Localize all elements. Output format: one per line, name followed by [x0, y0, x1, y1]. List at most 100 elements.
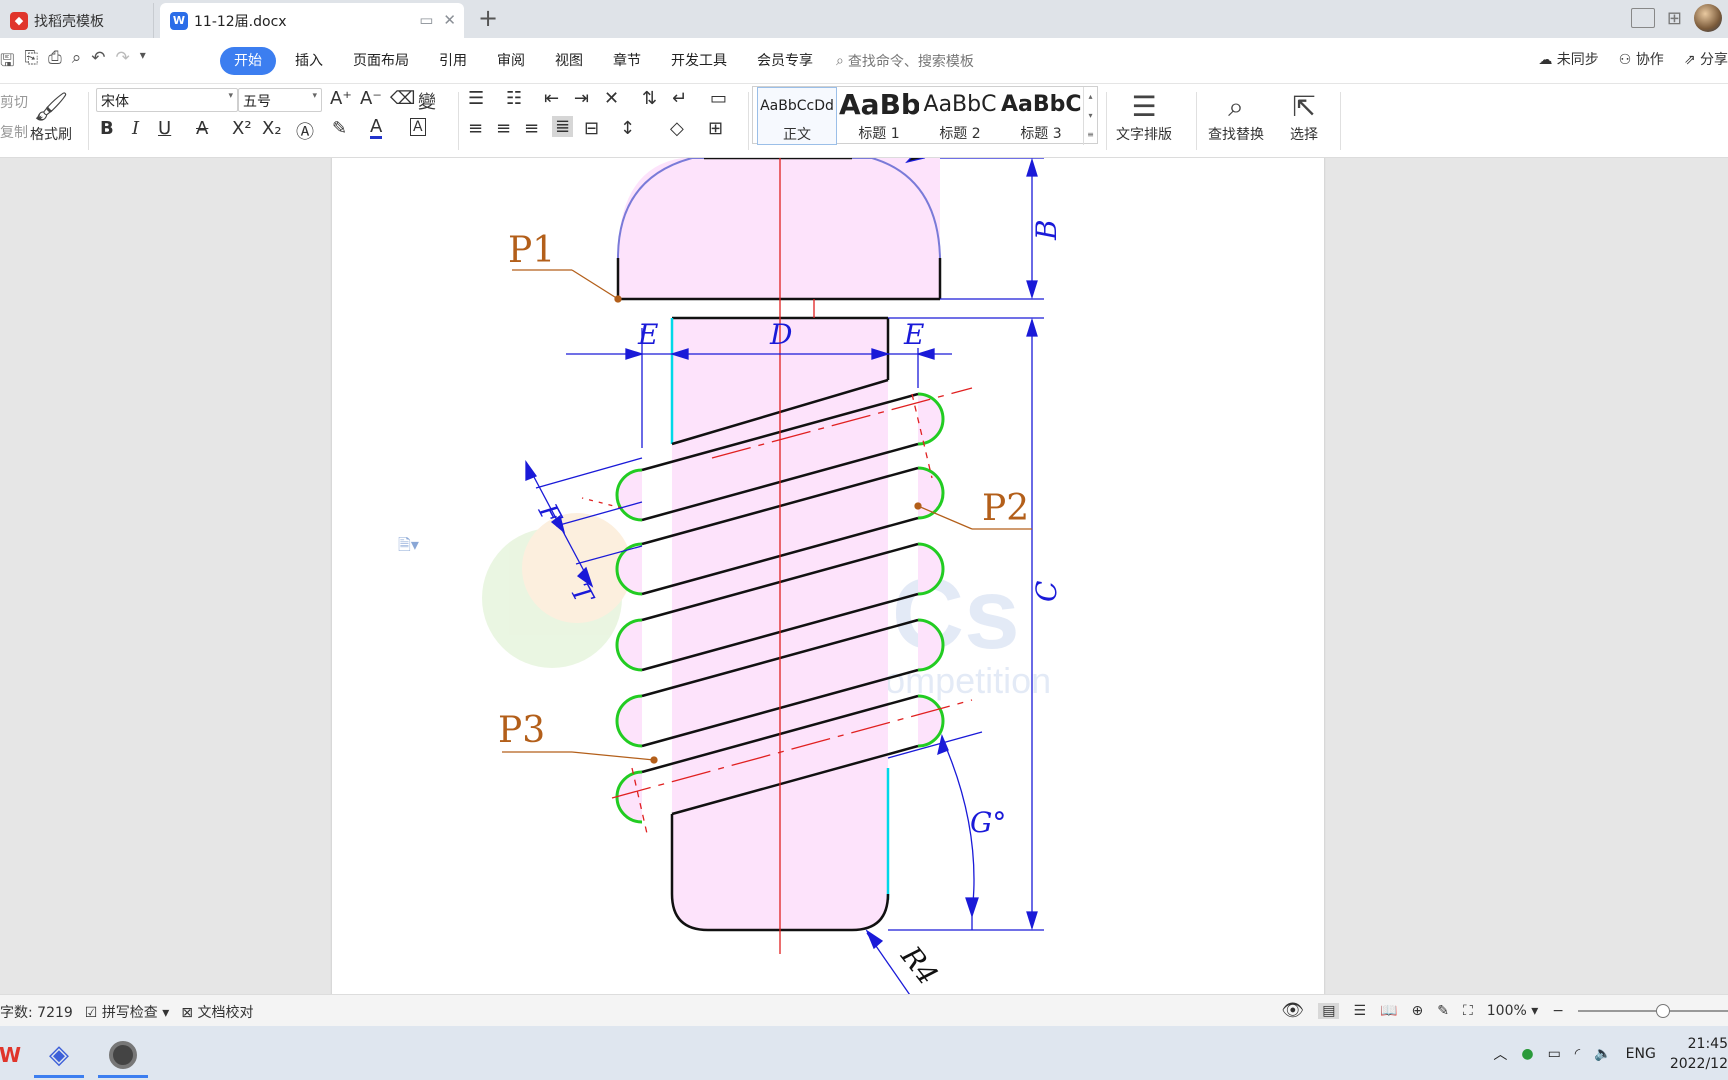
text-layout-button[interactable]: ☰ 文字排版 — [1116, 90, 1172, 144]
save-icon[interactable]: 🖫 — [0, 48, 14, 77]
format-painter-button[interactable]: 🖌 格式刷 — [30, 90, 72, 144]
numbered-list-icon[interactable]: ☷ — [506, 88, 522, 109]
menu-home[interactable]: 开始 — [220, 47, 276, 75]
zoom-slider-thumb[interactable] — [1656, 1003, 1670, 1018]
chevron-up-icon[interactable]: ︿ — [1493, 1044, 1507, 1064]
paragraph-menu-icon[interactable]: 🗎▾ — [398, 534, 419, 561]
tab-document[interactable]: W 11-12届.docx ▭ ✕ — [160, 3, 464, 38]
outline-view-icon[interactable]: ☰ — [1353, 1003, 1366, 1019]
user-avatar[interactable] — [1694, 4, 1722, 32]
document-page[interactable]: CaTiCs CAD digital competition — [332, 158, 1324, 994]
phonetic-icon[interactable]: 變 — [418, 88, 436, 114]
decrease-indent-icon[interactable]: ⇤ — [544, 88, 559, 109]
style-heading-2[interactable]: AaBbC 标题 2 — [919, 87, 1001, 145]
distribute-icon[interactable]: ⊟ — [584, 118, 599, 139]
subscript-icon[interactable]: X₂ — [262, 118, 282, 139]
taskbar-cad[interactable]: ◈ — [34, 1032, 84, 1078]
apps-grid-icon[interactable]: ⊞ — [1667, 8, 1682, 29]
spell-check-button[interactable]: ☑ 拼写检查 ▾ — [85, 1002, 170, 1022]
char-border-icon[interactable]: A — [410, 118, 426, 136]
highlight-icon[interactable]: ✎ — [332, 118, 347, 139]
clear-format-icon[interactable]: ⌫ — [390, 88, 415, 109]
edit-view-icon[interactable]: ✎ — [1437, 1003, 1449, 1019]
menu-chapter[interactable]: 章节 — [598, 47, 656, 75]
customize-icon[interactable]: ▾ — [140, 48, 146, 77]
font-color-icon[interactable]: A — [370, 118, 383, 139]
web-view-icon[interactable]: ⊕ — [1411, 1003, 1423, 1019]
new-tab-button[interactable]: + — [478, 4, 498, 32]
proofread-button[interactable]: ⊠ 文档校对 — [181, 1002, 253, 1022]
page-view-icon[interactable]: ▤ — [1318, 1002, 1340, 1019]
menu-references[interactable]: 引用 — [424, 47, 482, 75]
print-preview-icon[interactable]: ⌕ — [72, 48, 82, 77]
italic-icon[interactable]: I — [132, 118, 139, 139]
align-center-icon[interactable]: ≡ — [496, 118, 511, 139]
cut-button[interactable]: 剪切 — [0, 92, 28, 112]
menu-insert[interactable]: 插入 — [280, 47, 338, 75]
tab-docer-templates[interactable]: ◆ 找稻壳模板 — [0, 3, 154, 38]
menu-developer[interactable]: 开发工具 — [656, 47, 742, 75]
input-language[interactable]: ENG — [1626, 1046, 1656, 1062]
collaborate-label: 协作 — [1635, 52, 1664, 68]
style-gallery-scroll[interactable]: ▴ ▾ ≡ — [1083, 87, 1097, 145]
taskbar-wps[interactable]: W — [0, 1032, 21, 1078]
font-name-select[interactable]: 宋体 ▾ — [96, 88, 238, 112]
zoom-slider[interactable] — [1578, 1003, 1728, 1018]
zoom-select[interactable]: 100% ▾ — [1487, 1003, 1539, 1019]
clock[interactable]: 21:45 2022/12 — [1670, 1034, 1728, 1074]
menu-review[interactable]: 审阅 — [482, 47, 540, 75]
superscript-icon[interactable]: X² — [232, 118, 252, 139]
dim-label-c: C — [1030, 581, 1063, 602]
clock-date: 2022/12 — [1669, 1056, 1728, 1072]
ruler-icon[interactable]: ▭ — [710, 88, 727, 109]
command-search[interactable]: ⌕ 查找命令、搜索模板 — [836, 51, 974, 71]
share-button[interactable]: ⇗ 分享 — [1684, 49, 1728, 69]
taskbar-camera[interactable] — [98, 1032, 148, 1078]
bold-icon[interactable]: B — [100, 118, 114, 139]
wifi-icon[interactable]: ◜ — [1575, 1046, 1580, 1062]
shading-icon[interactable]: ◇ — [670, 118, 684, 139]
game-icon[interactable]: ● — [1521, 1046, 1533, 1062]
fit-page-icon[interactable]: ⛶ — [1463, 1003, 1473, 1019]
grow-font-icon[interactable]: A⁺ — [330, 88, 352, 109]
menu-view[interactable]: 视图 — [540, 47, 598, 75]
copy-button[interactable]: 复制 — [0, 122, 28, 142]
find-replace-button[interactable]: ⌕ 查找替换 — [1208, 90, 1264, 144]
close-tab-icon[interactable]: ✕ — [443, 11, 456, 29]
window-layout-icon[interactable] — [1630, 8, 1655, 28]
style-heading-3[interactable]: AaBbC 标题 3 — [1001, 87, 1081, 145]
align-left-icon[interactable]: ≡ — [468, 118, 483, 139]
screen-icon[interactable]: ▭ — [419, 11, 433, 29]
battery-icon[interactable]: ▭ — [1548, 1046, 1561, 1062]
borders-icon[interactable]: ⊞ — [708, 118, 723, 139]
menu-page-layout[interactable]: 页面布局 — [338, 47, 424, 75]
align-right-icon[interactable]: ≡ — [524, 118, 539, 139]
export-icon[interactable]: ⎘ — [24, 48, 38, 77]
speaker-icon[interactable]: 🔈 — [1594, 1046, 1611, 1062]
font-size-select[interactable]: 五号 ▾ — [238, 88, 322, 112]
select-button[interactable]: ⇱ 选择 — [1290, 90, 1318, 144]
chinese-layout-icon[interactable]: ✕ — [604, 88, 619, 109]
style-heading-1[interactable]: AaBb 标题 1 — [839, 87, 919, 145]
style-normal[interactable]: AaBbCcDd 正文 — [757, 87, 837, 145]
zoom-out-icon[interactable]: − — [1552, 1003, 1564, 1019]
shrink-font-icon[interactable]: A⁻ — [360, 88, 382, 109]
bullet-list-icon[interactable]: ☰ — [468, 88, 484, 109]
strikethrough-icon[interactable]: A — [196, 118, 208, 139]
menu-member[interactable]: 会员专享 — [742, 47, 828, 75]
sync-status[interactable]: ☁ 未同步 — [1538, 49, 1598, 69]
undo-icon[interactable]: ↶ — [91, 48, 105, 77]
redo-icon[interactable]: ↷ — [115, 48, 129, 77]
sort-icon[interactable]: ⇅ — [642, 88, 657, 109]
word-count[interactable]: 字数: 7219 — [0, 1002, 73, 1022]
text-effect-icon[interactable]: Ⓐ — [296, 118, 314, 144]
collaborate-button[interactable]: ⚇ 协作 — [1619, 49, 1664, 69]
underline-icon[interactable]: U — [158, 118, 171, 139]
justify-icon[interactable]: ≣ — [552, 116, 574, 137]
reading-view-icon[interactable]: 📖 — [1380, 1003, 1397, 1019]
line-spacing-icon[interactable]: ↕ — [620, 118, 635, 139]
show-marks-icon[interactable]: ↵ — [672, 88, 687, 109]
increase-indent-icon[interactable]: ⇥ — [574, 88, 589, 109]
print-icon[interactable]: ⎙ — [48, 48, 62, 77]
eye-icon[interactable]: 👁 — [1281, 1000, 1304, 1021]
